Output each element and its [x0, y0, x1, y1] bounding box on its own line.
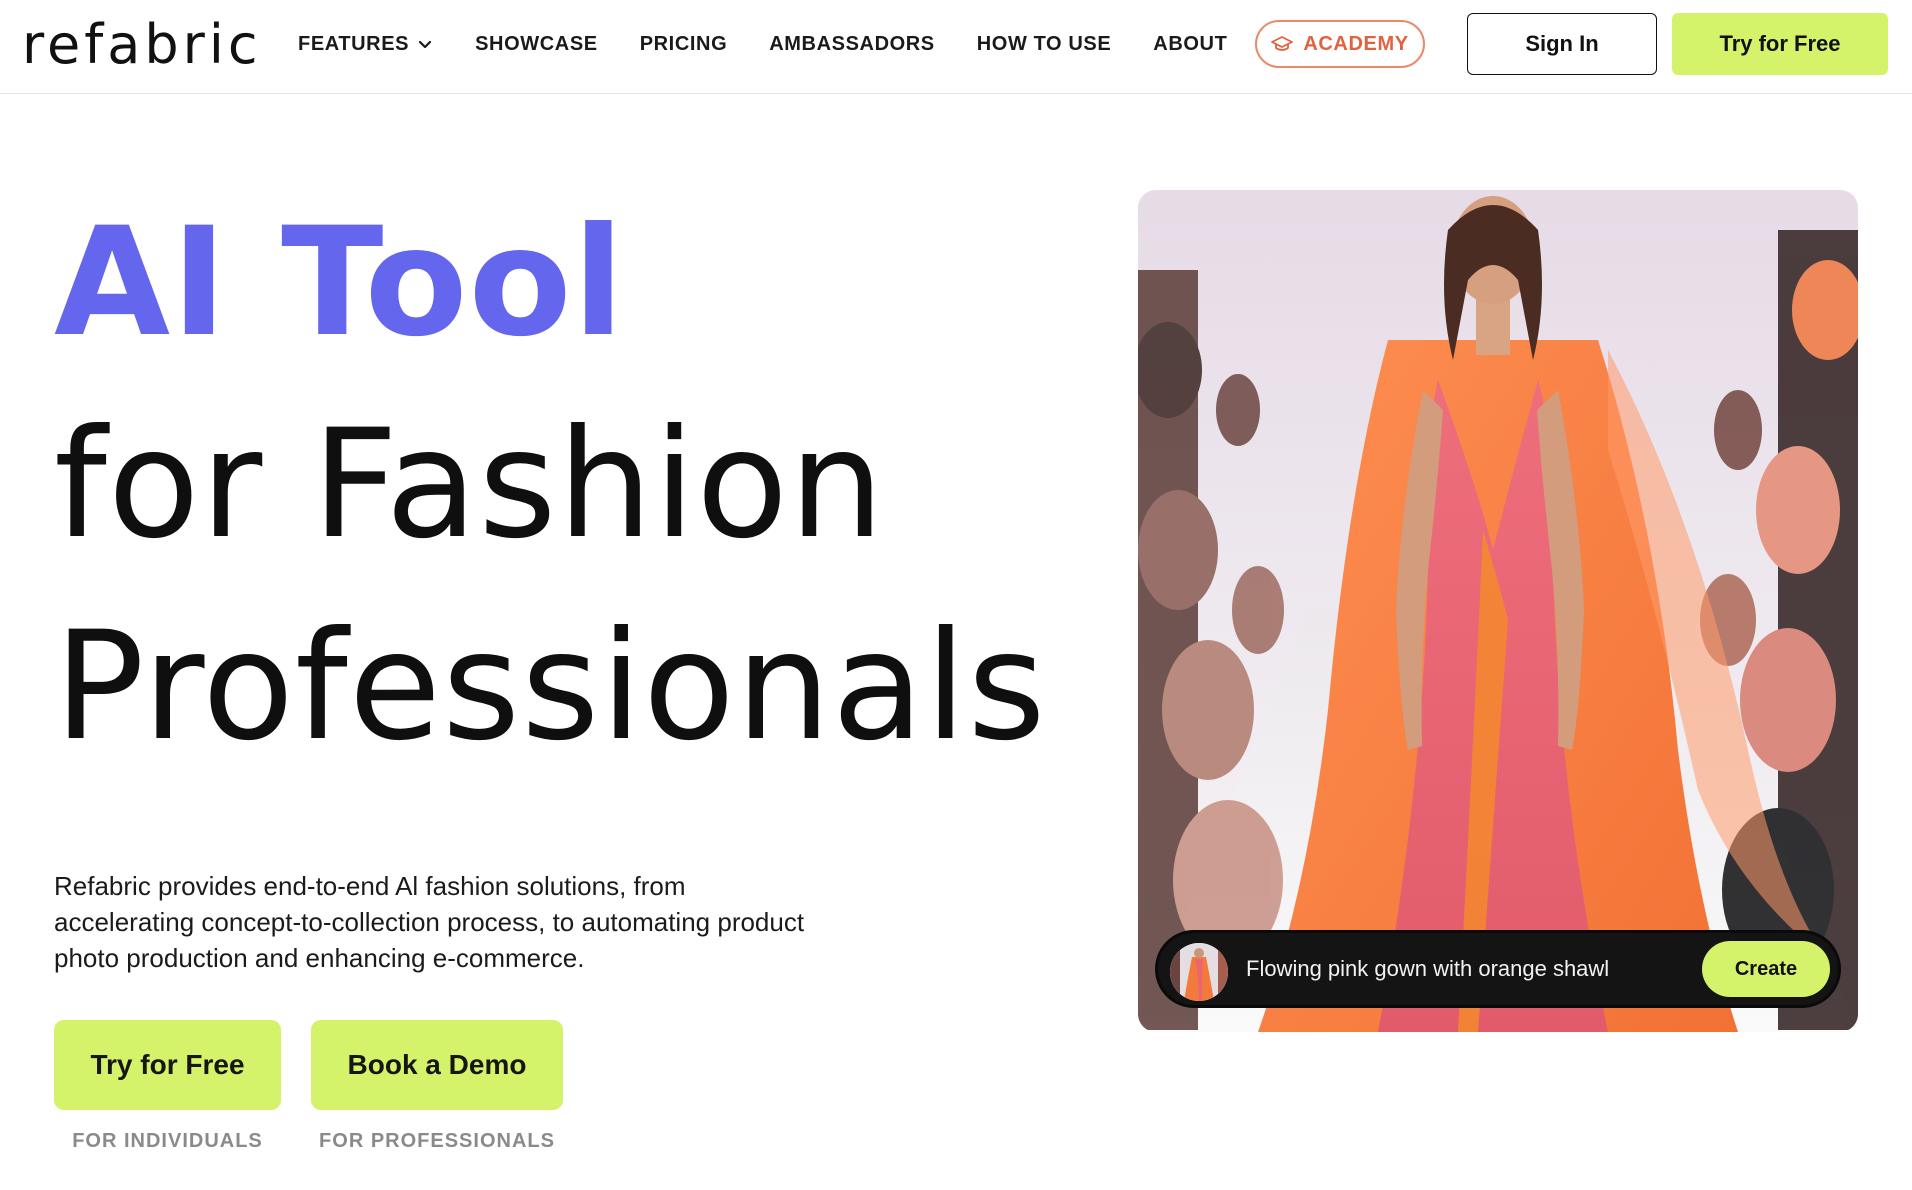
nav-how-to-use[interactable]: HOW TO USE	[977, 33, 1112, 56]
academy-button[interactable]: ACADEMY	[1255, 20, 1425, 68]
headline-line-3: Professionals	[54, 600, 1047, 774]
academy-label: ACADEMY	[1303, 32, 1409, 55]
nav-ambassadors[interactable]: AMBASSADORS	[769, 33, 935, 56]
for-professionals-caption: FOR PROFESSIONALS	[319, 1130, 555, 1152]
prompt-thumbnail	[1170, 943, 1228, 1001]
nav-features[interactable]: FEATURES	[298, 33, 433, 56]
nav-showcase[interactable]: SHOWCASE	[475, 33, 598, 56]
headline-line-1: AI Tool	[54, 196, 626, 370]
nav-about-label: ABOUT	[1153, 32, 1228, 55]
nav-showcase-label: SHOWCASE	[475, 32, 598, 55]
top-nav: refabric FEATURES SHOWCASE PRICING AMBAS…	[0, 0, 1912, 94]
try-free-button[interactable]: Try for Free	[54, 1020, 281, 1110]
nav-pricing-label: PRICING	[639, 32, 728, 55]
nav-links: FEATURES SHOWCASE PRICING AMBASSADORS HO…	[298, 0, 1269, 88]
for-individuals-caption: FOR INDIVIDUALS	[72, 1130, 263, 1152]
hero-description: Refabric provides end-to-end Al fashion …	[54, 871, 805, 973]
nav-try-free-button[interactable]: Try for Free	[1672, 13, 1888, 75]
nav-features-label: FEATURES	[298, 32, 410, 55]
hero-fashion-image	[1138, 190, 1858, 1032]
nav-ambassadors-label: AMBASSADORS	[769, 32, 935, 55]
logo[interactable]: refabric	[22, 14, 262, 76]
create-button[interactable]: Create	[1702, 941, 1830, 997]
chevron-down-icon	[419, 40, 432, 49]
nav-pricing[interactable]: PRICING	[640, 33, 728, 56]
nav-about[interactable]: ABOUT	[1153, 33, 1227, 56]
book-demo-button[interactable]: Book a Demo	[311, 1020, 563, 1110]
prompt-text[interactable]: Flowing pink gown with orange shawl	[1246, 933, 1609, 1005]
runway-illustration	[1138, 190, 1858, 1032]
thumbnail-image	[1170, 943, 1228, 1001]
sign-in-button[interactable]: Sign In	[1467, 13, 1657, 75]
headline-line-2: for Fashion	[54, 398, 886, 572]
prompt-bar: Flowing pink gown with orange shawl Crea…	[1155, 930, 1841, 1008]
nav-how-to-use-label: HOW TO USE	[976, 32, 1112, 55]
graduation-cap-icon	[1271, 36, 1294, 51]
